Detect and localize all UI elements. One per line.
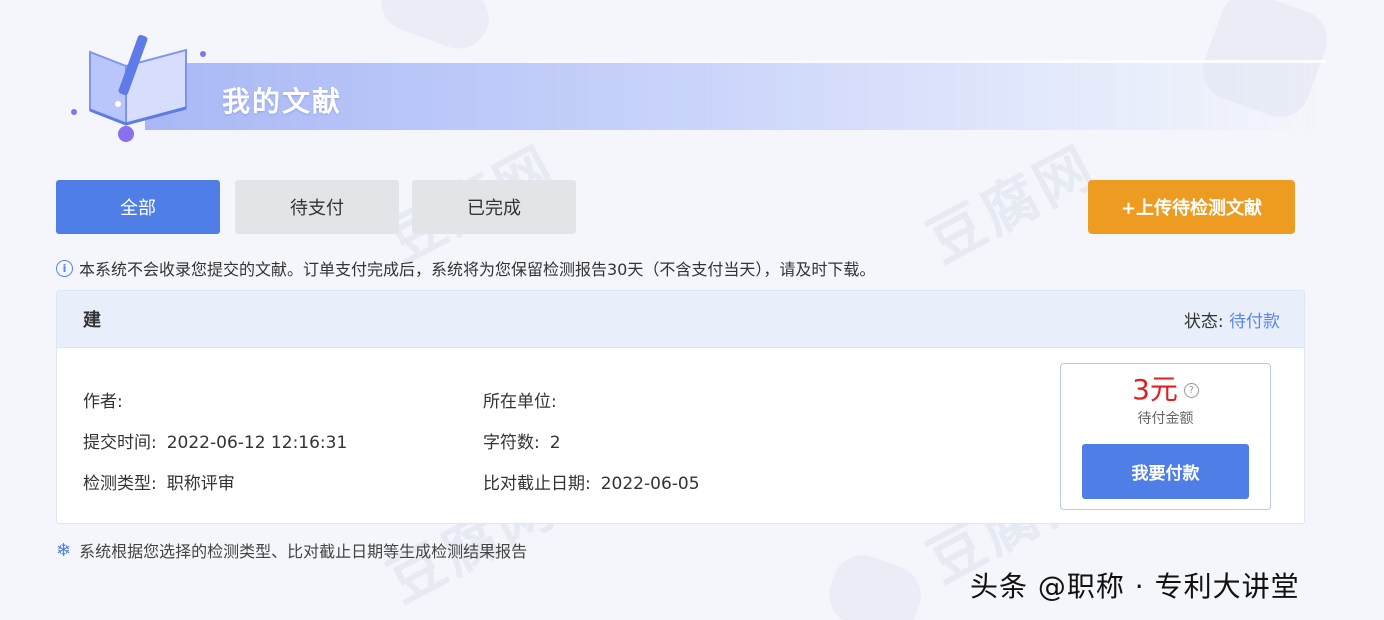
snowflake-icon: ❄	[56, 539, 72, 561]
submit-time-label: 提交时间:	[83, 433, 157, 453]
org-field: 所在单位:	[483, 387, 567, 412]
cutoff-value: 2022-06-05	[600, 474, 700, 494]
footnote-row: ❄ 系统根据您选择的检测类型、比对截止日期等生成检测结果报告	[56, 538, 527, 562]
amount-row: 3元 ?	[1061, 368, 1270, 408]
payment-box: 3元 ? 待付金额 我要付款	[1060, 363, 1271, 510]
status-value: 待付款	[1229, 311, 1280, 332]
order-card-header: 建 状态: 待付款	[57, 291, 1304, 348]
char-count-value: 2	[549, 433, 561, 453]
char-count-field: 字符数: 2	[483, 428, 561, 453]
status-label: 状态:	[1183, 311, 1224, 332]
amount-value: 3元	[1132, 373, 1178, 406]
book-pen-icon	[71, 35, 206, 142]
upload-document-button[interactable]: +上传待检测文献	[1088, 180, 1295, 234]
order-title: 建	[83, 310, 101, 331]
amount-label: 待付金额	[1137, 411, 1194, 427]
check-type-value: 职称评审	[166, 474, 235, 494]
tab-all[interactable]: 全部	[56, 180, 220, 234]
pay-button[interactable]: 我要付款	[1082, 444, 1249, 499]
submit-time-field: 提交时间: 2022-06-12 12:16:31	[83, 428, 347, 453]
author-label: 作者:	[83, 392, 123, 412]
tab-completed[interactable]: 已完成	[412, 180, 576, 234]
check-type-label: 检测类型:	[83, 474, 157, 494]
char-count-label: 字符数:	[483, 433, 540, 453]
footnote-text: 系统根据您选择的检测类型、比对截止日期等生成检测结果报告	[79, 542, 528, 561]
watermark-shape	[820, 546, 930, 620]
brand-watermark: 头条 @职称 · 专利大讲堂	[970, 570, 1300, 603]
org-label: 所在单位:	[483, 392, 557, 412]
notice-text: 本系统不会收录您提交的文献。订单支付完成后，系统将为您保留检测报告30天（不含支…	[79, 260, 876, 279]
submit-time-value: 2022-06-12 12:16:31	[166, 433, 348, 453]
cutoff-date-field: 比对截止日期: 2022-06-05	[483, 469, 700, 494]
order-status: 状态: 待付款	[1184, 307, 1280, 332]
watermark-shape	[373, 0, 497, 58]
watermark-text: 豆腐网	[917, 133, 1108, 276]
cutoff-label: 比对截止日期:	[483, 474, 591, 494]
author-field: 作者:	[83, 387, 133, 412]
help-icon[interactable]: ?	[1183, 382, 1199, 398]
check-type-field: 检测类型: 职称评审	[83, 469, 235, 494]
notice-row: i 本系统不会收录您提交的文献。订单支付完成后，系统将为您保留检测报告30天（不…	[56, 256, 875, 280]
order-card: 建 状态: 待付款 作者: 所在单位: 提交时间: 2022-06-12 12:1…	[56, 290, 1305, 524]
page-title: 我的文献	[222, 85, 343, 118]
info-icon: i	[56, 259, 73, 277]
tab-pending-payment[interactable]: 待支付	[235, 180, 399, 234]
